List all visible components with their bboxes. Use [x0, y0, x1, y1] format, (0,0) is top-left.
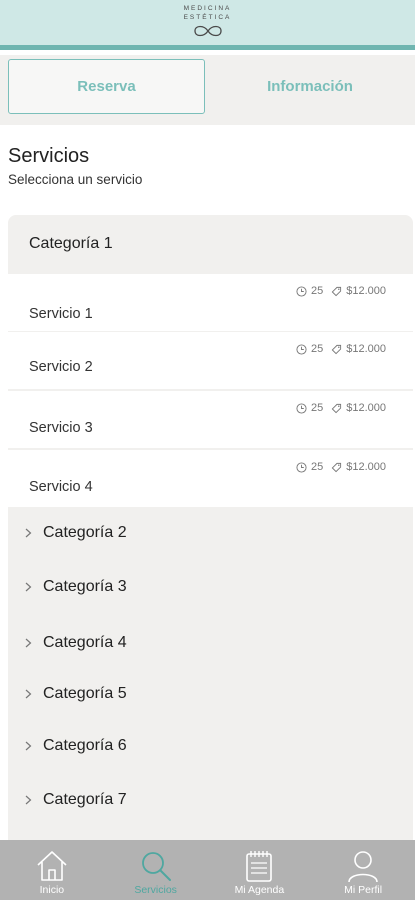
- category-label: Categoría 4: [43, 634, 127, 651]
- service-meta: 25 $12.000: [296, 343, 386, 355]
- service-item[interactable]: 25 $12.000 Servicio 3: [8, 391, 413, 448]
- service-name: Servicio 4: [29, 479, 93, 495]
- service-duration: 25: [310, 343, 324, 355]
- service-meta: 25 $12.000: [296, 402, 386, 414]
- service-item[interactable]: 25 $12.000 Servicio 1: [8, 274, 413, 331]
- nav-item-servicios[interactable]: Servicios: [104, 840, 208, 900]
- category-item-4[interactable]: Categoría 4: [8, 623, 413, 663]
- chevron-right-icon: [25, 741, 32, 751]
- page-title: Servicios: [8, 145, 90, 167]
- service-duration: 25: [310, 285, 324, 297]
- services-list: Categoría 1 25 $12.000 Servicio 1 25 $12…: [8, 215, 413, 840]
- nav-label: Mi Agenda: [234, 884, 285, 896]
- service-price: $12.000: [346, 461, 386, 473]
- nav-label: Inicio: [39, 884, 65, 896]
- search-icon: [141, 852, 171, 881]
- service-item[interactable]: 25 $12.000 Servicio 2: [8, 332, 413, 389]
- category-label: Categoría 7: [43, 791, 127, 808]
- calendar-icon: [246, 851, 273, 882]
- nav-label: Servicios: [134, 884, 177, 896]
- service-price: $12.000: [346, 285, 386, 297]
- category-label: Categoría 3: [43, 578, 127, 595]
- service-name: Servicio 1: [29, 306, 93, 322]
- clock-icon: [296, 343, 307, 355]
- chevron-right-icon: [25, 638, 32, 648]
- price-tag-icon: [331, 462, 342, 472]
- price-tag-icon: [331, 403, 342, 413]
- category-item-7[interactable]: Categoría 7: [8, 780, 413, 820]
- bottom-nav: Inicio Servicios Mi Agenda Mi Perfil: [0, 840, 415, 900]
- category-item-3[interactable]: Categoría 3: [8, 567, 413, 607]
- service-item[interactable]: 25 $12.000 Servicio 4: [8, 450, 413, 507]
- user-icon: [348, 851, 378, 883]
- infinity-icon: [193, 25, 222, 37]
- chevron-right-icon: [25, 528, 32, 538]
- service-name: Servicio 3: [29, 420, 93, 436]
- price-tag-icon: [331, 344, 342, 354]
- chevron-right-icon: [25, 689, 32, 699]
- category-item-6[interactable]: Categoría 6: [8, 726, 413, 766]
- chevron-right-icon: [25, 582, 32, 592]
- service-name: Servicio 2: [29, 359, 93, 375]
- service-meta: 25 $12.000: [296, 285, 386, 297]
- category-label: Categoría 5: [43, 685, 127, 702]
- service-meta: 25 $12.000: [296, 461, 386, 473]
- tab-reserva[interactable]: Reserva: [8, 59, 205, 114]
- nav-item-mi-agenda[interactable]: Mi Agenda: [208, 840, 312, 900]
- service-price: $12.000: [346, 402, 386, 414]
- nav-item-mi-perfil[interactable]: Mi Perfil: [311, 840, 415, 900]
- tab-informacion[interactable]: Información: [210, 59, 410, 114]
- service-duration: 25: [310, 402, 324, 414]
- service-duration: 25: [310, 461, 324, 473]
- service-price: $12.000: [346, 343, 386, 355]
- logo-text-line1: MEDICINA: [183, 5, 232, 12]
- category-item-5[interactable]: Categoría 5: [8, 674, 413, 714]
- nav-item-inicio[interactable]: Inicio: [0, 840, 104, 900]
- category-header-1[interactable]: Categoría 1: [8, 215, 413, 273]
- tab-bar: Reserva Información: [0, 55, 415, 125]
- category-item-2[interactable]: Categoría 2: [8, 513, 413, 553]
- home-icon: [37, 851, 67, 881]
- clock-icon: [296, 402, 307, 414]
- chevron-right-icon: [25, 795, 32, 805]
- price-tag-icon: [331, 286, 342, 296]
- page-subtitle: Selecciona un servicio: [8, 172, 143, 187]
- logo-text-line2: ESTÉTICA: [183, 14, 232, 21]
- app-header: MEDICINA ESTÉTICA: [0, 0, 415, 50]
- category-label: Categoría 2: [43, 524, 127, 541]
- nav-label: Mi Perfil: [344, 884, 383, 896]
- category-label: Categoría 6: [43, 737, 127, 754]
- clock-icon: [296, 285, 307, 297]
- brand-logo: MEDICINA ESTÉTICA: [0, 4, 415, 38]
- clock-icon: [296, 461, 307, 473]
